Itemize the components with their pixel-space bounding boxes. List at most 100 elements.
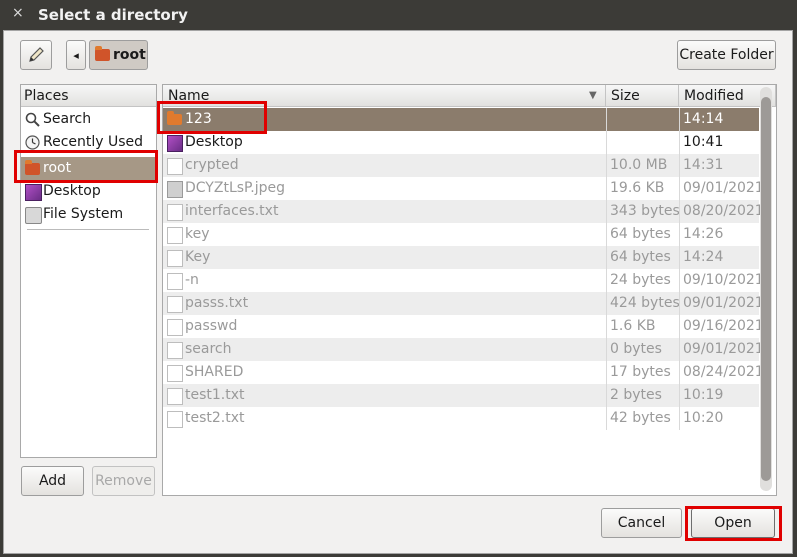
path-back-button[interactable]: ◂ (66, 40, 86, 70)
column-divider (679, 131, 680, 154)
file-modified: 14:24 (683, 249, 724, 265)
remove-label: Remove (95, 473, 152, 489)
file-row[interactable]: DCYZtLsP.jpeg 19.6 KB 09/01/2021 (163, 177, 761, 200)
column-divider (679, 177, 680, 200)
image-file-icon (167, 181, 183, 198)
file-icon (167, 227, 183, 244)
file-modified: 14:31 (683, 157, 724, 173)
place-label: Search (43, 111, 92, 127)
file-name: search (185, 341, 232, 357)
file-modified: 08/24/2021 (683, 364, 761, 380)
sort-descending-icon: ▼ (589, 90, 597, 101)
places-header: Places (21, 85, 156, 107)
file-name: test1.txt (185, 387, 245, 403)
file-row[interactable]: interfaces.txt 343 bytes 08/20/2021 (163, 200, 761, 223)
type-location-button[interactable] (20, 40, 52, 70)
column-divider (606, 177, 607, 200)
file-row[interactable]: test1.txt 2 bytes 10:19 (163, 384, 759, 407)
file-row[interactable]: test2.txt 42 bytes 10:20 (163, 407, 759, 430)
cancel-button[interactable]: Cancel (601, 508, 682, 538)
close-icon[interactable]: × (12, 5, 24, 21)
file-size: 0 bytes (610, 341, 662, 357)
column-header-name[interactable]: Name ▼ (163, 85, 606, 107)
places-pane: Places Search Recently Used root Desktop… (20, 84, 157, 458)
file-name: crypted (185, 157, 239, 173)
file-icon (167, 342, 183, 359)
file-name: test2.txt (185, 410, 245, 426)
clock-icon (25, 135, 40, 150)
path-button-label: root (113, 47, 146, 63)
file-size: 64 bytes (610, 226, 671, 242)
file-name: passs.txt (185, 295, 249, 311)
column-divider (679, 407, 680, 430)
file-modified: 10:19 (683, 387, 724, 403)
column-divider (679, 108, 680, 131)
cancel-label: Cancel (617, 515, 666, 531)
file-name: Desktop (185, 134, 243, 150)
column-divider (606, 407, 607, 430)
column-divider (606, 361, 607, 384)
file-row[interactable]: Key 64 bytes 14:24 (163, 246, 759, 269)
remove-bookmark-button: Remove (92, 466, 155, 496)
file-modified: 14:14 (683, 111, 724, 127)
place-item-recently-used[interactable]: Recently Used (21, 131, 156, 154)
open-button[interactable]: Open (691, 508, 775, 538)
file-row[interactable]: passs.txt 424 bytes 09/01/2021 (163, 292, 761, 315)
file-modified: 09/10/2021 (683, 272, 761, 288)
desktop-icon (25, 184, 42, 201)
file-size: 17 bytes (610, 364, 671, 380)
file-modified: 08/20/2021 (683, 203, 761, 219)
drive-icon (25, 207, 42, 224)
scrollbar-thumb[interactable] (761, 97, 771, 481)
file-name: DCYZtLsP.jpeg (185, 180, 286, 196)
file-icon (167, 296, 183, 313)
column-divider (679, 246, 680, 269)
column-divider (606, 269, 607, 292)
pencil-icon (29, 47, 44, 62)
file-icon (167, 411, 183, 428)
place-label: Recently Used (43, 134, 144, 150)
column-divider (679, 384, 680, 407)
file-row[interactable]: Desktop 10:41 (163, 131, 759, 154)
column-divider (679, 223, 680, 246)
file-row[interactable]: key 64 bytes 14:26 (163, 223, 759, 246)
file-name: Key (185, 249, 211, 265)
add-bookmark-button[interactable]: Add (21, 466, 84, 496)
create-folder-button[interactable]: Create Folder (677, 40, 776, 70)
home-folder-icon (95, 46, 110, 61)
column-modified-label: Modified (684, 88, 744, 104)
file-row[interactable]: crypted 10.0 MB 14:31 (163, 154, 759, 177)
file-modified: 09/01/2021 (683, 295, 761, 311)
file-modified: 09/16/2021 (683, 318, 761, 334)
file-row[interactable]: 123 14:14 (163, 108, 759, 131)
file-row[interactable]: search 0 bytes 09/01/2021 (163, 338, 761, 361)
file-modified: 09/01/2021 (683, 341, 761, 357)
file-modified: 14:26 (683, 226, 724, 242)
column-divider (679, 154, 680, 177)
file-row[interactable]: SHARED 17 bytes 08/24/2021 (163, 361, 761, 384)
place-item-file-system[interactable]: File System (21, 203, 156, 226)
file-row[interactable]: -n 24 bytes 09/10/2021 (163, 269, 761, 292)
file-icon (167, 388, 183, 405)
chevron-left-icon: ◂ (73, 48, 79, 62)
place-item-search[interactable]: Search (21, 108, 156, 131)
column-divider (606, 246, 607, 269)
file-name: SHARED (185, 364, 244, 380)
file-icon (167, 158, 183, 175)
column-divider (606, 223, 607, 246)
title-bar: × Select a directory (0, 0, 797, 30)
place-item-desktop[interactable]: Desktop (21, 180, 156, 203)
column-divider (679, 269, 680, 292)
column-divider (606, 384, 607, 407)
file-row[interactable]: passwd 1.6 KB 09/16/2021 (163, 315, 761, 338)
file-name: passwd (185, 318, 238, 334)
file-icon (167, 319, 183, 336)
column-header-size[interactable]: Size (606, 85, 679, 107)
column-divider (679, 338, 680, 361)
place-item-root[interactable]: root (21, 157, 156, 180)
file-icon (167, 204, 183, 221)
place-label: File System (43, 206, 124, 222)
path-button-root[interactable]: root (89, 40, 148, 70)
column-divider (679, 315, 680, 338)
file-name: -n (185, 272, 199, 288)
